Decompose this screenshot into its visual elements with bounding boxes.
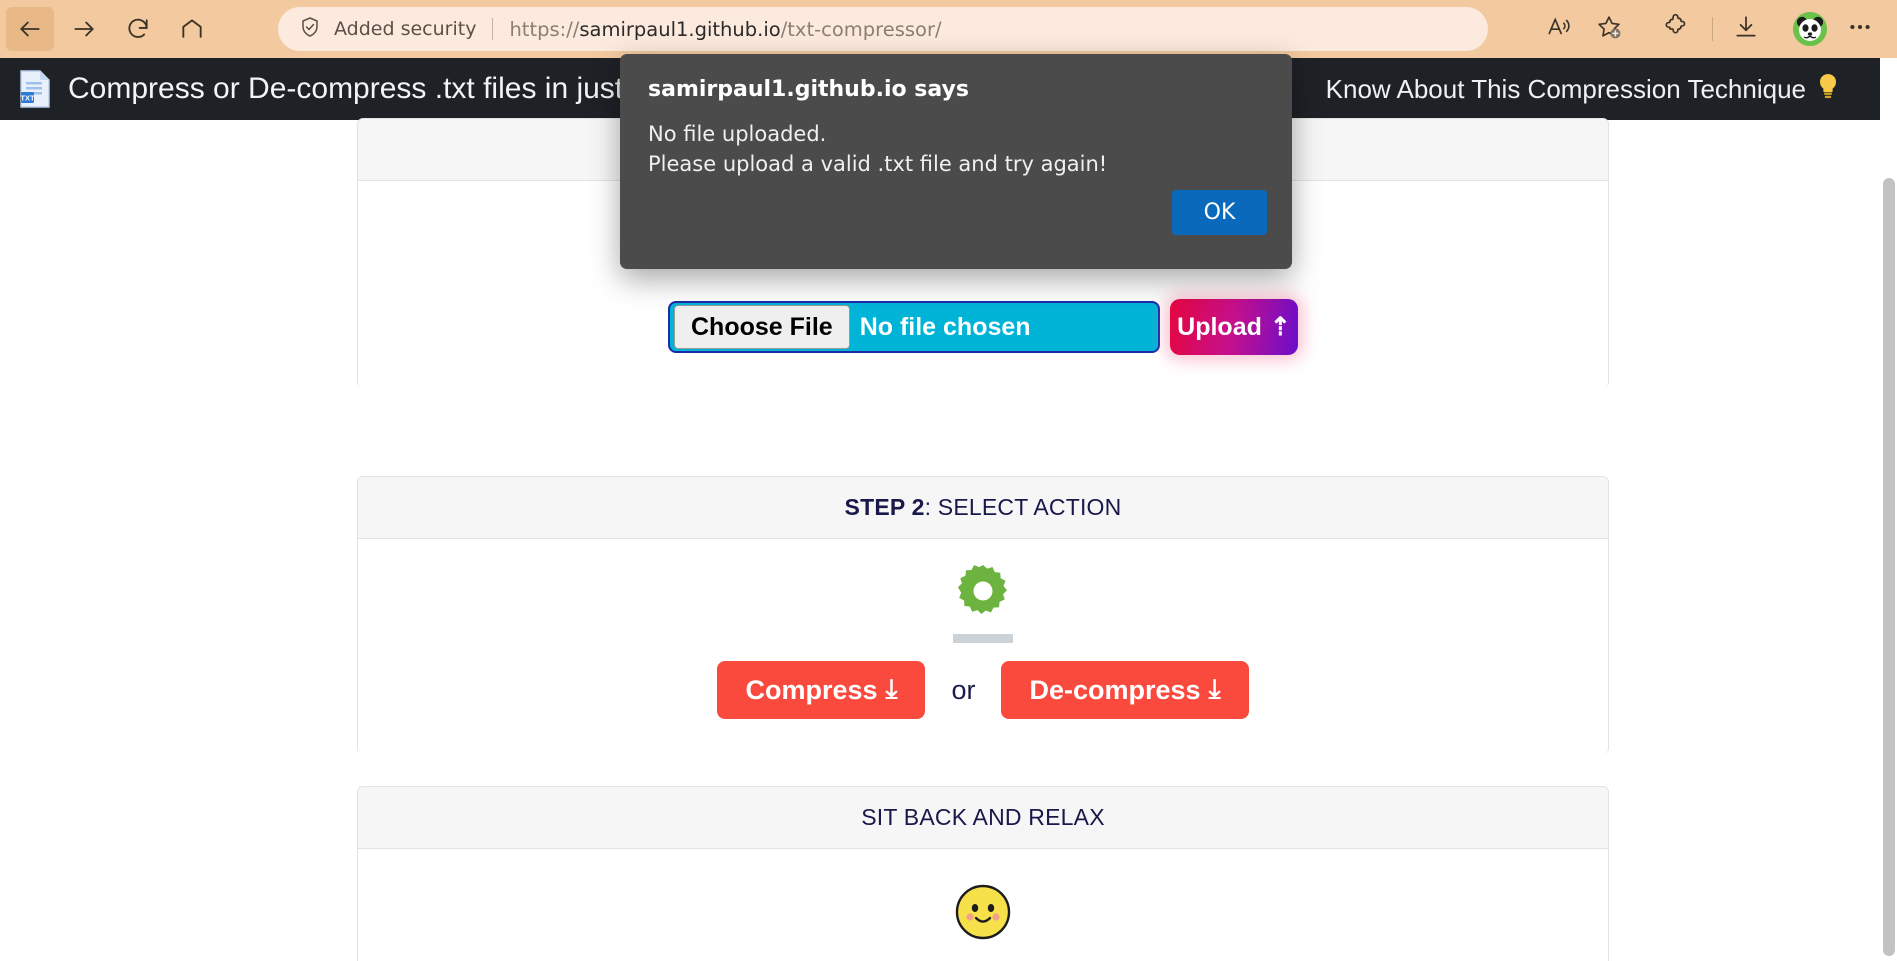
step2-header-rest: : SELECT ACTION bbox=[924, 494, 1122, 520]
action-row: Compress ⤓ or De-compress ⤓ bbox=[358, 661, 1608, 719]
green-gear-icon bbox=[953, 561, 1013, 626]
add-favorite-button[interactable] bbox=[1586, 7, 1632, 51]
downloads-icon bbox=[1733, 14, 1759, 45]
file-input[interactable]: Choose File No file chosen bbox=[668, 301, 1160, 353]
panda-profile-avatar bbox=[1793, 12, 1827, 46]
javascript-alert-dialog: samirpaul1.github.io says No file upload… bbox=[620, 54, 1292, 269]
txt-file-icon: TXT bbox=[18, 69, 52, 109]
add-favorite-star-icon bbox=[1595, 13, 1623, 46]
home-icon bbox=[179, 16, 205, 42]
browser-actions bbox=[1536, 0, 1897, 58]
dialog-message-line2: Please upload a valid .txt file and try … bbox=[648, 152, 1108, 177]
page-title: Compress or De-compress .txt files in ju… bbox=[68, 72, 624, 105]
forward-button[interactable] bbox=[60, 7, 108, 51]
compress-button-label: Compress bbox=[745, 674, 878, 705]
download-arrow-icon: ⤓ bbox=[885, 674, 898, 704]
address-divider bbox=[492, 18, 494, 40]
downloads-button[interactable] bbox=[1723, 7, 1769, 51]
step3-header-rest: SIT BACK AND RELAX bbox=[861, 804, 1105, 830]
upload-button-label: Upload bbox=[1177, 312, 1262, 341]
file-status-label: No file chosen bbox=[859, 312, 1031, 341]
step3-card: SIT BACK AND RELAX Reload to Start bbox=[357, 786, 1609, 961]
upload-arrow-icon: ⇡ bbox=[1269, 313, 1291, 341]
step3-card-body: Reload to Start Again! bbox=[358, 849, 1608, 961]
address-bar[interactable]: Added security https://samirpaul1.github… bbox=[278, 7, 1488, 51]
step2-card: STEP 2: SELECT ACTION Compress ⤓ or De-c… bbox=[357, 476, 1609, 754]
dialog-title: samirpaul1.github.io says bbox=[648, 77, 969, 102]
step3-card-header: SIT BACK AND RELAX bbox=[358, 787, 1608, 849]
page-scrollbar-track[interactable] bbox=[1880, 116, 1897, 961]
compress-button[interactable]: Compress ⤓ bbox=[717, 661, 926, 719]
back-arrow-icon bbox=[17, 16, 43, 42]
url-text[interactable]: https://samirpaul1.github.io/txt-compres… bbox=[509, 18, 941, 41]
browser-toolbar: Added security https://samirpaul1.github… bbox=[0, 0, 1897, 58]
forward-arrow-icon bbox=[71, 16, 97, 42]
extensions-puzzle-icon bbox=[1662, 13, 1689, 45]
lightbulb-icon bbox=[1816, 72, 1840, 107]
know-about-label: Know About This Compression Technique bbox=[1325, 73, 1806, 104]
upload-row: Choose File No file chosen Upload ⇡ bbox=[358, 299, 1608, 355]
dialog-message: No file uploaded. Please upload a valid … bbox=[648, 119, 1107, 180]
gear-shadow bbox=[953, 634, 1013, 643]
more-options-ellipsis-icon bbox=[1847, 14, 1873, 45]
dialog-message-line1: No file uploaded. bbox=[648, 122, 827, 146]
back-button[interactable] bbox=[6, 7, 54, 51]
svg-text:TXT: TXT bbox=[20, 94, 35, 103]
read-aloud-button[interactable] bbox=[1536, 7, 1582, 51]
refresh-icon bbox=[125, 16, 151, 42]
gear-decoration bbox=[947, 561, 1019, 643]
step2-header-bold: STEP 2 bbox=[844, 494, 925, 520]
or-label: or bbox=[951, 674, 976, 705]
extensions-button[interactable] bbox=[1652, 7, 1698, 51]
url-host: samirpaul1.github.io bbox=[579, 17, 781, 41]
dialog-ok-button[interactable]: OK bbox=[1172, 190, 1267, 235]
know-about-link[interactable]: Know About This Compression Technique bbox=[1326, 72, 1840, 107]
smiling-face-icon bbox=[954, 884, 1012, 945]
profile-button[interactable] bbox=[1787, 7, 1833, 51]
smiley-decoration bbox=[954, 883, 1012, 946]
page-scrollbar-thumb[interactable] bbox=[1883, 178, 1895, 956]
upload-button[interactable]: Upload ⇡ bbox=[1170, 299, 1298, 355]
settings-more-button[interactable] bbox=[1837, 7, 1883, 51]
toolbar-separator bbox=[1712, 17, 1713, 41]
decompress-button[interactable]: De-compress ⤓ bbox=[1001, 661, 1249, 719]
step2-card-body: Compress ⤓ or De-compress ⤓ bbox=[358, 539, 1608, 754]
choose-file-button[interactable]: Choose File bbox=[674, 305, 850, 349]
step2-card-header: STEP 2: SELECT ACTION bbox=[358, 477, 1608, 539]
url-prefix: https:// bbox=[509, 17, 580, 41]
url-path: /txt-compressor/ bbox=[780, 17, 942, 41]
read-aloud-icon bbox=[1546, 14, 1572, 45]
security-label: Added security bbox=[334, 18, 477, 40]
home-button[interactable] bbox=[168, 7, 216, 51]
shield-security-icon bbox=[298, 15, 322, 44]
site-brand: TXT Compress or De-compress .txt files i… bbox=[18, 69, 623, 109]
download-arrow-icon: ⤓ bbox=[1208, 674, 1221, 704]
decompress-button-label: De-compress bbox=[1029, 674, 1201, 705]
refresh-button[interactable] bbox=[114, 7, 162, 51]
